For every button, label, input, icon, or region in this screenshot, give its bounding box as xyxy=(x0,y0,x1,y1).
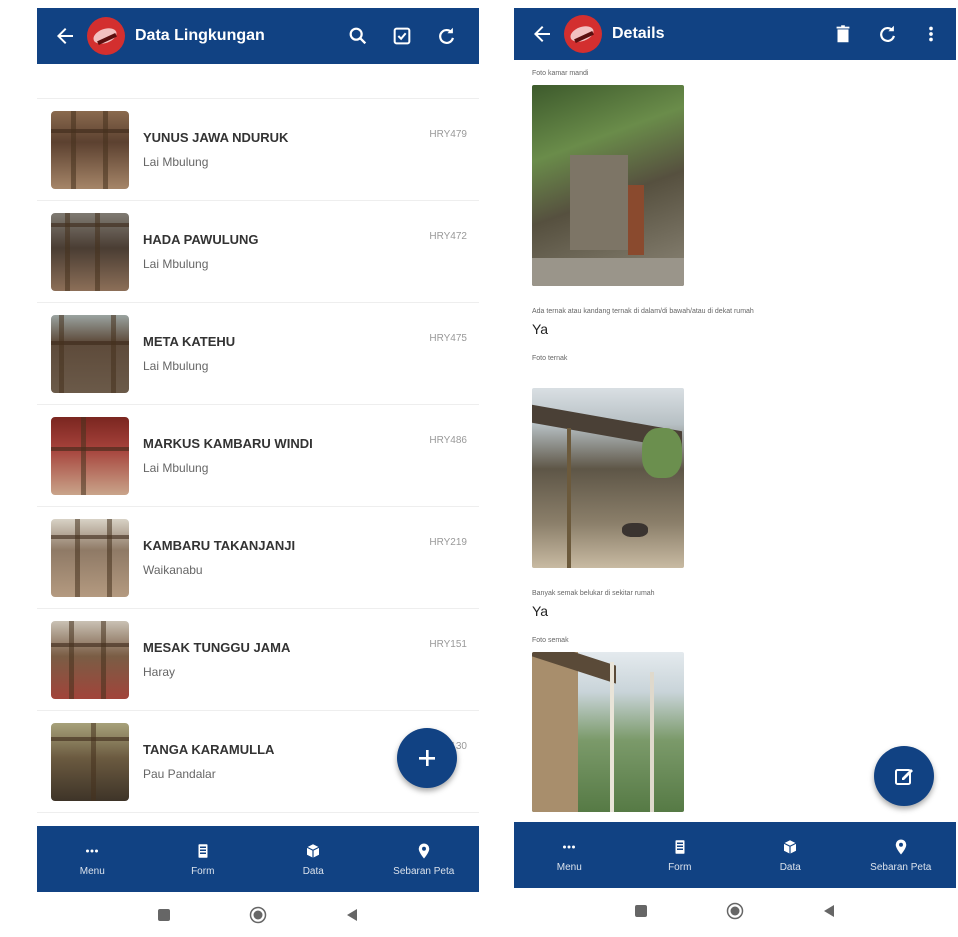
item-code: HRY486 xyxy=(429,435,467,446)
app-bar: Data Lingkungan xyxy=(37,8,479,64)
square-icon[interactable] xyxy=(632,902,650,920)
field-label: Ada ternak atau kandang ternak di dalam/… xyxy=(532,308,754,315)
nav-label: Data xyxy=(779,861,801,873)
item-place: Waikanabu xyxy=(143,563,203,577)
edit-fab-button[interactable] xyxy=(874,746,934,806)
item-code: HRY475 xyxy=(429,333,467,344)
details-content: Foto kamar mandi Ada ternak atau kandang… xyxy=(514,60,956,812)
system-navigation-bar xyxy=(37,892,479,937)
details-screen: Details Foto kamar mandi Ada ternak atau… xyxy=(514,8,956,937)
page-title: Details xyxy=(612,25,665,42)
nav-label: Sebaran Peta xyxy=(870,861,932,873)
item-code: HRY472 xyxy=(429,231,467,242)
house-photo-thumbnail xyxy=(51,620,129,699)
field-label: Foto kamar mandi xyxy=(532,70,589,77)
list-item[interactable]: MESAK TUNGGU JAMA Haray HRY151 xyxy=(37,609,479,711)
house-photo-thumbnail xyxy=(51,110,129,189)
refresh-icon[interactable] xyxy=(876,23,898,45)
list-item[interactable]: KAMBARU TAKANJANJI Waikanabu HRY219 xyxy=(37,507,479,609)
bottom-navigation: Menu Form Data Sebaran Peta xyxy=(514,822,956,888)
app-logo-avatar xyxy=(87,17,125,55)
bottom-navigation: Menu Form Data Sebaran Peta xyxy=(37,826,479,892)
more-horiz-icon xyxy=(563,845,576,848)
more-horiz-icon xyxy=(86,849,99,852)
nav-label: Form xyxy=(668,861,692,873)
circle-icon[interactable] xyxy=(726,902,744,920)
nav-label: Menu xyxy=(79,865,105,877)
livestock-photo xyxy=(532,388,684,568)
house-list: YUNUS JAWA NDURUK Lai Mbulung HRY479 HADA… xyxy=(37,64,479,813)
square-icon[interactable] xyxy=(155,906,173,924)
house-photo-thumbnail xyxy=(51,518,129,597)
form-icon xyxy=(675,839,685,854)
arrow-left-icon[interactable] xyxy=(530,22,554,46)
nav-sebaran-peta[interactable]: Sebaran Peta xyxy=(369,826,480,892)
field-label: Foto ternak xyxy=(532,355,568,362)
nav-data[interactable]: Data xyxy=(735,822,846,888)
map-pin-icon xyxy=(418,843,429,858)
item-place: Lai Mbulung xyxy=(143,359,209,373)
item-code: HRY479 xyxy=(429,129,467,140)
nav-label: Sebaran Peta xyxy=(393,865,455,877)
house-photo-thumbnail xyxy=(51,722,129,801)
item-place: Lai Mbulung xyxy=(143,461,209,475)
nav-label: Data xyxy=(302,865,324,877)
nav-label: Menu xyxy=(556,861,582,873)
house-photo-thumbnail xyxy=(51,416,129,495)
triangle-back-icon[interactable] xyxy=(820,902,838,920)
field-label: Foto semak xyxy=(532,637,569,644)
item-place: Lai Mbulung xyxy=(143,155,209,169)
nav-menu[interactable]: Menu xyxy=(514,822,625,888)
arrow-left-icon[interactable] xyxy=(53,24,77,48)
form-icon xyxy=(198,843,208,858)
system-navigation-bar xyxy=(514,888,956,933)
map-pin-icon xyxy=(895,839,906,854)
add-fab-button[interactable] xyxy=(397,728,457,788)
list-item[interactable]: META KATEHU Lai Mbulung HRY475 xyxy=(37,303,479,405)
list-item[interactable]: HADA PAWULUNG Lai Mbulung HRY472 xyxy=(37,201,479,303)
house-photo-thumbnail xyxy=(51,212,129,291)
plus-icon xyxy=(419,750,435,766)
triangle-back-icon[interactable] xyxy=(343,906,361,924)
trash-icon[interactable] xyxy=(832,23,854,45)
app-bar: Details xyxy=(514,8,956,60)
shrub-photo xyxy=(532,652,684,812)
house-photo-thumbnail xyxy=(51,314,129,393)
item-place: Haray xyxy=(143,665,176,679)
edit-icon xyxy=(895,769,913,785)
list-top-spacer xyxy=(37,64,479,99)
field-label: Banyak semak belukar di sekitar rumah xyxy=(532,590,655,597)
more-vert-icon[interactable] xyxy=(920,23,942,45)
circle-icon[interactable] xyxy=(249,906,267,924)
nav-form[interactable]: Form xyxy=(625,822,736,888)
nav-data[interactable]: Data xyxy=(258,826,369,892)
list-item[interactable]: MARKUS KAMBARU WINDI Lai Mbulung HRY486 xyxy=(37,405,479,507)
item-code: HRY151 xyxy=(429,639,467,650)
box-icon xyxy=(783,839,797,854)
item-code: HRY219 xyxy=(429,537,467,548)
box-icon xyxy=(306,843,320,858)
refresh-icon[interactable] xyxy=(435,25,457,47)
checkbox-icon[interactable] xyxy=(391,25,413,47)
bathroom-photo xyxy=(532,85,684,286)
search-icon[interactable] xyxy=(347,25,369,47)
field-value: Ya xyxy=(532,321,549,337)
nav-label: Form xyxy=(191,865,215,877)
item-place: Lai Mbulung xyxy=(143,257,209,271)
data-lingkungan-screen: Data Lingkungan YUNUS JAWA NDURUK Lai Mbu… xyxy=(37,8,479,937)
list-item[interactable]: YUNUS JAWA NDURUK Lai Mbulung HRY479 xyxy=(37,99,479,201)
nav-form[interactable]: Form xyxy=(148,826,259,892)
nav-menu[interactable]: Menu xyxy=(37,826,148,892)
app-logo-avatar xyxy=(564,15,602,53)
nav-sebaran-peta[interactable]: Sebaran Peta xyxy=(846,822,957,888)
page-title: Data Lingkungan xyxy=(135,27,265,44)
field-value: Ya xyxy=(532,603,549,619)
